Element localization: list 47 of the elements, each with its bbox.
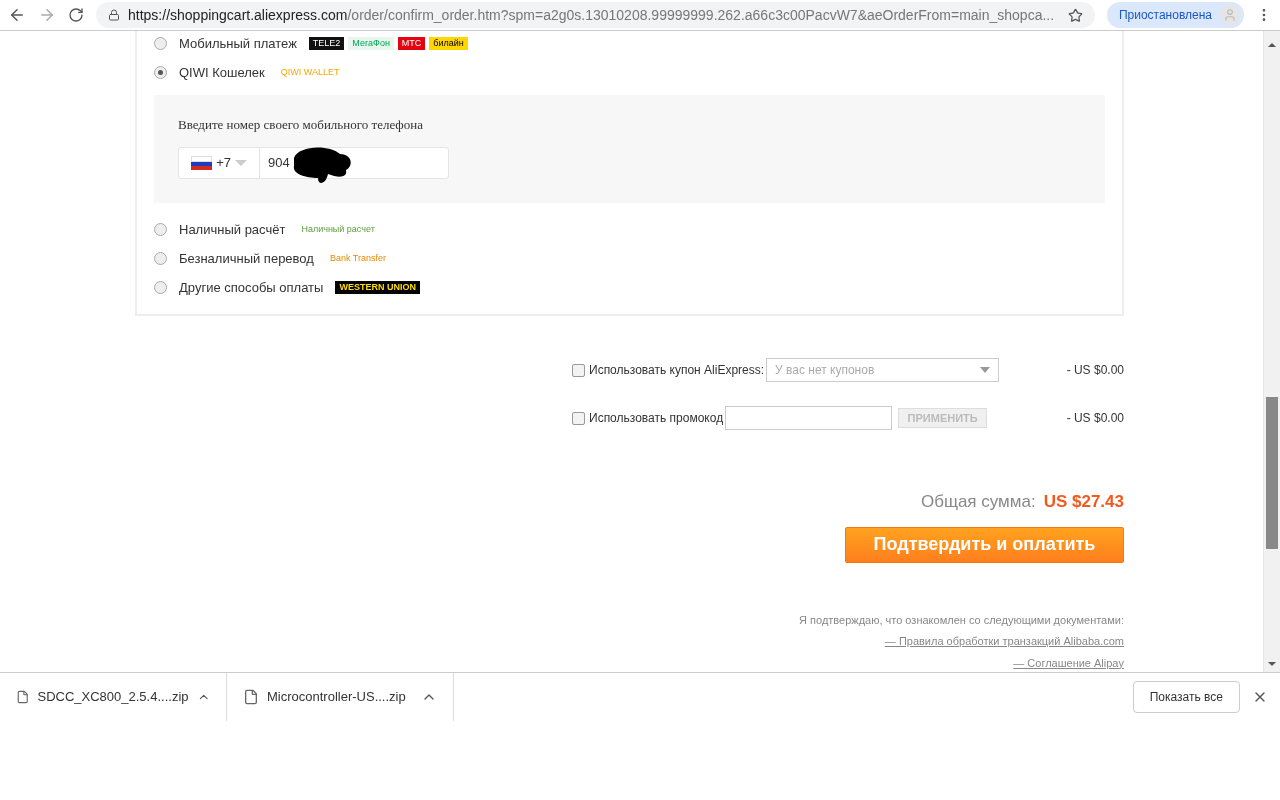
payment-logo: билайн [429, 37, 468, 50]
checkbox[interactable] [572, 411, 585, 425]
payment-method-label: Наличный расчёт [179, 220, 286, 239]
total-amount: US $27.43 [1043, 491, 1124, 513]
scrollbar[interactable] [1263, 31, 1280, 672]
promo-code-field[interactable] [725, 406, 893, 430]
payment-method-label: Мобильный платеж [179, 34, 297, 53]
payment-logo: TELE2 [308, 37, 345, 50]
radio-button[interactable] [154, 223, 167, 236]
payment-method-label: QIWI Кошелек [179, 63, 265, 82]
payment-method-label: Другие способы оплаты [179, 278, 324, 297]
avatar-icon [1220, 5, 1240, 25]
phone-prompt: Введите номер своего мобильного телефона [178, 116, 424, 134]
address-bar[interactable]: https://shoppingcart.aliexpress.com/order/confirm_order.htm?spm=a2g0s.13010208.99999999.262.a66c3c00PacvW7&aeOrderFrom=main_shopca... [96, 2, 1095, 28]
russia-flag-icon [191, 155, 213, 170]
file-icon [16, 689, 30, 705]
promo-amount: - US $0.00 [1066, 410, 1124, 427]
radio-button[interactable] [154, 281, 167, 294]
payment-logo: Bank Transfer [328, 252, 387, 265]
payment-logo: Наличный расчет [300, 223, 376, 236]
agreement-link[interactable]: — Соглашение Alipay [1013, 654, 1124, 671]
checkbox[interactable] [572, 363, 585, 377]
reload-icon[interactable] [68, 7, 84, 23]
coupon-label: Использовать купон AliExpress: [589, 362, 765, 379]
agreement-text: Я подтверждаю, что ознакомлен со следующими документами: [799, 612, 1124, 628]
radio-button[interactable] [154, 252, 167, 265]
payment-logo: МегаФон [348, 37, 394, 50]
country-code-select[interactable]: +7 [179, 147, 260, 178]
payment-logo: WESTERN UNION [335, 281, 420, 294]
lock-icon [108, 9, 120, 21]
phone-number-field[interactable]: 904 [268, 152, 290, 173]
url-text: https://shoppingcart.aliexpress.com/order/confirm_order.htm?spm=a2g0s.13010208.99999999.262.a66c3c00PacvW7&aeOrderFrom=main_shopca... [128, 5, 1056, 25]
bookmark-star-icon[interactable] [1067, 7, 1083, 23]
file-icon [243, 689, 259, 705]
radio-button[interactable] [154, 66, 167, 79]
forward-icon[interactable] [38, 6, 56, 24]
agreement-link[interactable]: — Правила обработки транзакций Alibaba.com [884, 633, 1124, 650]
back-icon[interactable] [8, 6, 26, 24]
promo-label: Использовать промокод [589, 410, 724, 427]
coupon-amount: - US $0.00 [1066, 362, 1124, 379]
total-label: Общая сумма: [920, 491, 1036, 513]
payment-logo: QIWI WALLET [279, 66, 341, 79]
payment-method-label: Безналичный перевод [179, 249, 314, 268]
radio-button[interactable] [154, 37, 167, 50]
payment-logo: МТС [397, 37, 426, 50]
profile-button[interactable]: Приостановлена [1106, 2, 1244, 28]
show-all-button[interactable]: Показать все [1132, 681, 1240, 713]
